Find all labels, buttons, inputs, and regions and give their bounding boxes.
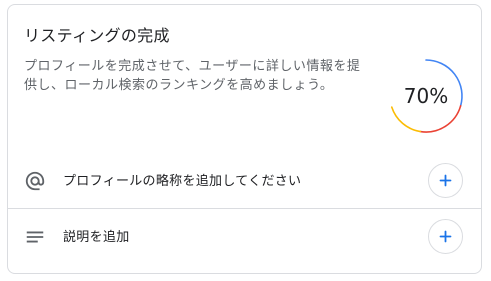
add-short-name-button[interactable] <box>428 163 463 198</box>
task-label-description: 説明を追加 <box>63 230 130 245</box>
plus-icon <box>439 174 452 187</box>
completion-progress-ring: 70% <box>386 56 466 136</box>
task-row-description: 説明を追加 <box>8 208 481 263</box>
task-row-short-name: プロフィールの略称を追加してください <box>8 153 481 208</box>
notes-lines-icon <box>24 226 46 248</box>
card-description: プロフィールを完成させて、ユーザーに詳しい情報を提供し、ローカル検索のランキング… <box>24 59 361 93</box>
listing-completion-card: リスティングの完成 プロフィールを完成させて、ユーザーに詳しい情報を提供し、ロー… <box>7 4 482 274</box>
progress-percentage: 70% <box>403 84 449 108</box>
card-title: リスティングの完成 <box>24 26 170 45</box>
at-sign-icon <box>24 170 46 192</box>
plus-icon <box>439 230 452 243</box>
add-description-button[interactable] <box>428 219 463 254</box>
task-label-short-name: プロフィールの略称を追加してください <box>63 174 302 189</box>
